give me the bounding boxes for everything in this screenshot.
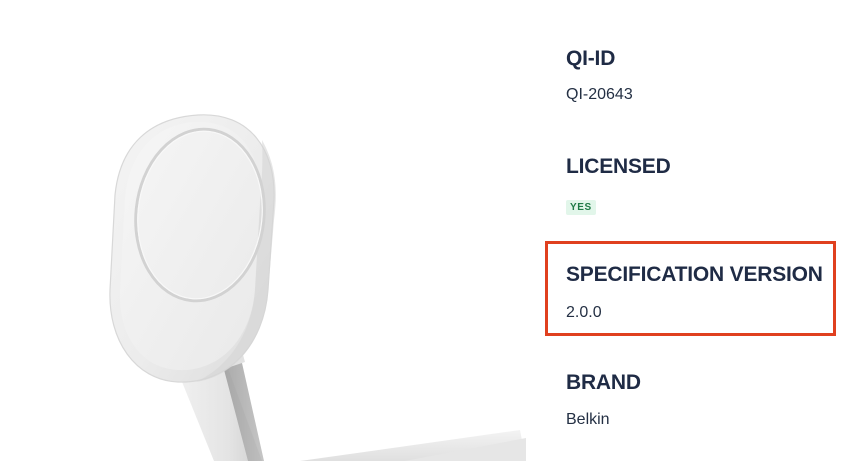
spec-licensed: LICENSED YES xyxy=(566,156,671,215)
spec-label-licensed: LICENSED xyxy=(566,155,671,178)
spec-label-brand: BRAND xyxy=(566,371,641,394)
spec-value-qi-id: QI-20643 xyxy=(566,86,633,103)
spec-brand: BRAND Belkin xyxy=(566,372,641,428)
spec-label-qi-id: QI-ID xyxy=(566,47,616,70)
product-detail-page: QI-ID QI-20643 LICENSED YES SPECIFICATIO… xyxy=(0,0,865,461)
spec-value-brand: Belkin xyxy=(566,411,610,428)
product-specs: QI-ID QI-20643 LICENSED YES SPECIFICATIO… xyxy=(566,0,856,461)
spec-specification-version: SPECIFICATION VERSION 2.0.0 xyxy=(566,264,823,321)
product-image xyxy=(109,114,526,461)
spec-value-specification-version: 2.0.0 xyxy=(566,304,602,321)
licensed-status-badge: YES xyxy=(566,200,596,215)
spec-label-specification-version: SPECIFICATION VERSION xyxy=(566,263,823,286)
spec-qi-id: QI-ID QI-20643 xyxy=(566,48,633,103)
